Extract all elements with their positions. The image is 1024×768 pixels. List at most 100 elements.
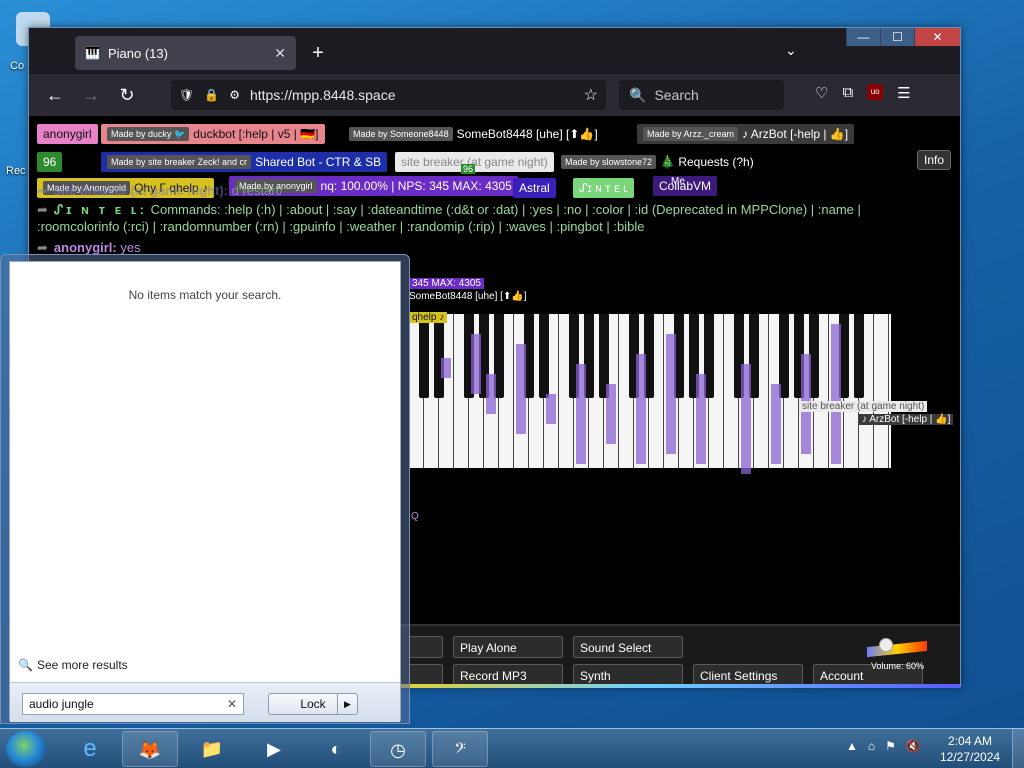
reply-arrow-icon: ➦ — [37, 240, 48, 255]
extensions-icon[interactable]: ⧉ — [842, 84, 853, 102]
black-key[interactable] — [539, 314, 549, 398]
user-name: 96 — [43, 155, 57, 169]
start-search-input[interactable]: audio jungle ✕ — [22, 693, 244, 715]
forward-icon[interactable]: → — [77, 81, 105, 109]
internet-explorer-icon[interactable]: e — [62, 731, 118, 767]
url-text[interactable]: https://mpp.8448.space — [250, 87, 396, 103]
user-chip[interactable]: Made by Arzz._cream ♪ ArzBot [-help | 👍] — [637, 124, 855, 144]
firefox-icon[interactable]: 🦊 — [122, 731, 178, 767]
taskbar: e 🦊 📁 ▶ ◐ ◷ 𝄢 ▲ ⌂ ⚑ 🔇 2:04 AM 12/27/2024 — [0, 728, 1024, 768]
reload-icon[interactable]: ↻ — [113, 81, 141, 109]
cursor-label: SomeBot8448 [uhe] [⬆👍] — [409, 291, 527, 302]
media-player-icon[interactable]: ▶ — [246, 731, 302, 767]
user-tag: Made by Someone8448 — [349, 127, 453, 141]
lock-button[interactable]: Lock ▶ — [268, 693, 358, 715]
cursor-label: Me — [671, 176, 685, 187]
audio-app-icon[interactable]: 𝄢 — [432, 731, 488, 767]
menu-icon[interactable]: ☰ — [897, 84, 910, 102]
maximize-button[interactable]: ☐ — [880, 28, 914, 46]
lock-icon[interactable]: 🔒 — [204, 88, 219, 102]
flag-icon[interactable]: ⚑ — [885, 739, 896, 753]
desktop-icon-recycle-bin[interactable]: Rec — [6, 165, 26, 177]
ublock-icon[interactable]: uo — [867, 84, 884, 100]
clock-date: 12/27/2024 — [940, 750, 1001, 764]
key-press-marker — [576, 364, 586, 464]
hidden-button[interactable] — [409, 636, 443, 658]
user-chip[interactable]: anonygirl — [37, 124, 98, 144]
app-icon[interactable]: ◐ — [308, 731, 364, 767]
file-explorer-icon[interactable]: 📁 — [184, 731, 240, 767]
synth-button[interactable]: Synth — [573, 664, 683, 686]
piano-keyboard[interactable] — [409, 314, 891, 474]
permissions-icon[interactable]: ⚙ — [229, 88, 240, 102]
user-chip[interactable]: Made by Someone8448 SomeBot8448 [uhe] [⬆👍… — [343, 124, 604, 144]
cursor-label: 345 MAX: 4305 — [409, 278, 484, 289]
volume-knob[interactable] — [879, 638, 893, 652]
desktop-icon-label: Rec — [6, 165, 26, 177]
play-alone-button[interactable]: Play Alone — [453, 636, 563, 658]
black-key[interactable] — [854, 314, 864, 398]
user-chip[interactable]: Made by site breaker Zeck! and cr Shared … — [101, 152, 388, 172]
show-desktop-button[interactable] — [1012, 729, 1024, 768]
bookmark-star-icon[interactable]: ☆ — [584, 85, 598, 105]
close-tab-icon[interactable]: ✕ — [274, 45, 286, 62]
user-name: duckbot [:help | v5 | 🇩🇪] — [193, 127, 319, 141]
cursor-label: site breaker (at game night) — [799, 401, 928, 412]
search-icon: 🔍 — [629, 86, 647, 103]
black-key[interactable] — [419, 314, 429, 398]
user-name: Shared Bot - CTR & SB — [255, 155, 382, 169]
chat-message: ➦ site breaker (at game night): d restart… — [37, 183, 283, 198]
pocket-icon[interactable]: ♡ — [815, 84, 828, 102]
start-button[interactable] — [6, 731, 46, 767]
address-bar[interactable]: 🛡 🔒 ⚙ https://mpp.8448.space ☆ — [171, 80, 606, 110]
white-key[interactable] — [874, 314, 889, 468]
window-controls: — ☐ ✕ — [846, 28, 960, 46]
client-settings-button[interactable]: Client Settings — [693, 664, 803, 686]
user-name: SomeBot8448 [uhe] [⬆👍] — [456, 127, 598, 141]
black-key[interactable] — [434, 314, 444, 398]
see-more-results-link[interactable]: 🔍 See more results — [18, 658, 128, 672]
user-chip[interactable]: Made by slowstone72 🎄 Requests (?h) — [555, 152, 760, 172]
key-press-marker — [771, 384, 781, 464]
key-press-marker — [831, 324, 841, 464]
back-icon[interactable]: ← — [41, 81, 69, 109]
start-menu-footer: audio jungle ✕ Lock ▶ — [10, 682, 400, 722]
desktop-icon-label: Co — [10, 60, 25, 72]
no-results-text: No items match your search. — [128, 288, 282, 302]
search-placeholder: Search — [654, 87, 699, 103]
show-hidden-icons-icon[interactable]: ▲ — [846, 739, 858, 753]
user-tag: Made by site breaker Zeck! and cr — [107, 155, 252, 169]
tab-bar: 🎹 Piano (13) ✕ + ⌄ — ☐ ✕ — [29, 28, 960, 74]
tracking-shield-icon[interactable]: 🛡 — [179, 88, 194, 102]
volume-slider[interactable] — [867, 640, 927, 658]
network-icon[interactable]: ⌂ — [868, 739, 875, 753]
clear-search-icon[interactable]: ✕ — [227, 694, 237, 714]
record-mp3-button[interactable]: Record MP3 — [453, 664, 563, 686]
user-chip[interactable]: 96 — [37, 152, 63, 172]
user-name: anonygirl — [43, 127, 92, 141]
minimize-button[interactable]: — — [846, 28, 880, 46]
tab-piano[interactable]: 🎹 Piano (13) ✕ — [75, 36, 296, 70]
lock-options-arrow-icon[interactable]: ▶ — [337, 694, 357, 714]
key-press-marker — [516, 344, 526, 434]
close-window-button[interactable]: ✕ — [914, 28, 960, 46]
clock-app-icon[interactable]: ◷ — [370, 731, 426, 767]
key-press-marker — [696, 374, 706, 464]
search-bar[interactable]: 🔍 Search — [619, 80, 784, 110]
sound-select-button[interactable]: Sound Select — [573, 636, 683, 658]
desktop-icon-computer[interactable]: Co — [10, 12, 50, 72]
new-tab-button[interactable]: + — [307, 42, 329, 65]
taskbar-clock[interactable]: 2:04 AM 12/27/2024 — [940, 733, 1000, 765]
piano-icon: 🎹 — [85, 46, 100, 60]
user-chip[interactable]: Made by ducky 🐦 duckbot [:help | v5 | 🇩🇪] — [101, 124, 325, 144]
hidden-button[interactable] — [409, 664, 443, 686]
list-tabs-icon[interactable]: ⌄ — [785, 42, 797, 59]
volume-label: Volume: 60% — [871, 661, 925, 671]
reply-arrow-icon: ➦ — [37, 202, 48, 217]
info-button[interactable]: Info — [917, 150, 952, 170]
user-tag: Made by Arzz._cream — [643, 127, 739, 141]
key-press-marker — [486, 374, 496, 414]
chat-log: ➦ site breaker (at game night): d restart… — [37, 182, 907, 256]
key-press-marker — [666, 334, 676, 454]
volume-muted-icon[interactable]: 🔇 — [906, 739, 921, 753]
